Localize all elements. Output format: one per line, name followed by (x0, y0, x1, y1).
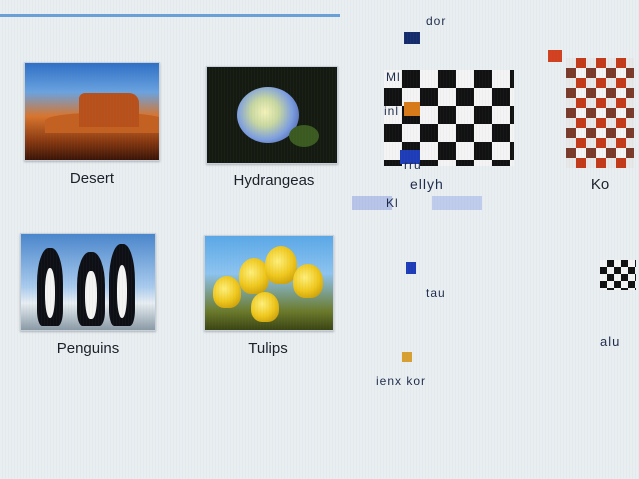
glitch-text: Kl (386, 196, 399, 210)
hydrangea-leaf (289, 125, 319, 147)
glitch-text: inl (384, 104, 400, 118)
penguin-2 (77, 252, 105, 326)
tulip-4 (293, 264, 323, 298)
glitch-block (404, 102, 420, 116)
thumbnail-ko-corrupted[interactable] (566, 58, 634, 168)
tulip-1 (213, 276, 241, 308)
glitch-block (406, 262, 416, 274)
file-label-desert[interactable]: Desert (22, 170, 162, 187)
tulip-5 (251, 292, 279, 322)
address-bar-underline (0, 14, 340, 17)
thumbnail-hydrangeas[interactable] (206, 66, 338, 164)
file-label-penguins[interactable]: Penguins (18, 340, 158, 357)
glitch-text: tau (426, 286, 446, 300)
glitch-block (548, 50, 562, 62)
glitch-block (600, 260, 636, 290)
penguin-3 (109, 244, 135, 326)
glitch-block (404, 32, 420, 44)
file-label-tulips[interactable]: Tulips (198, 340, 338, 357)
thumbnail-tulips[interactable] (204, 235, 334, 331)
penguin-1 (37, 248, 63, 326)
glitch-text: dor (426, 14, 447, 28)
glitch-text: alu (600, 334, 621, 349)
thumbnail-desert[interactable] (24, 62, 160, 161)
glitch-text: ellyh (410, 176, 444, 192)
glitch-block (402, 352, 412, 362)
glitch-block (432, 196, 482, 210)
glitch-text: ienx kor (376, 374, 427, 388)
file-label-ko[interactable]: Ko (560, 176, 639, 193)
file-label-hydrangeas[interactable]: Hydrangeas (204, 172, 344, 189)
glitch-text: rru (404, 158, 422, 172)
desert-mesa (79, 93, 139, 127)
glitch-text: Ml (386, 70, 401, 84)
thumbnail-penguins[interactable] (20, 233, 156, 331)
